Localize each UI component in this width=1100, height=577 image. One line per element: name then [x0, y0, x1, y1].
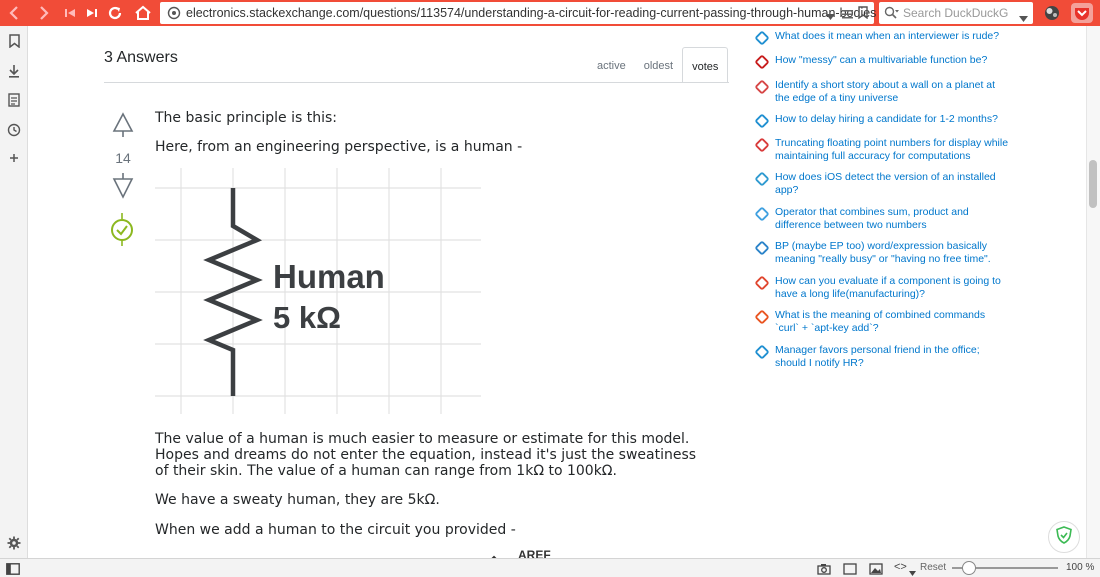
history-panel-icon[interactable] — [7, 123, 21, 137]
zoom-dropdown-icon[interactable] — [909, 564, 916, 577]
browser-toolbar: electronics.stackexchange.com/questions/… — [0, 0, 1100, 26]
upvote-arrow-icon[interactable] — [112, 112, 134, 143]
browser-sidebar — [0, 26, 28, 558]
schematic-label-name: Human — [273, 258, 385, 295]
workplace-icon — [755, 114, 769, 128]
hot-question-link[interactable]: What does it mean when an interviewer is… — [775, 30, 1011, 43]
tab-active[interactable]: active — [588, 47, 635, 83]
apple-icon — [755, 172, 769, 186]
reader-view-icon[interactable] — [842, 7, 853, 25]
address-bar[interactable]: electronics.stackexchange.com/questions/… — [160, 2, 876, 26]
settings-gear-icon[interactable] — [7, 536, 21, 550]
browser-statusbar: <> Reset 100 % — [0, 558, 1100, 577]
tab-oldest[interactable]: oldest — [635, 47, 682, 83]
tab-votes[interactable]: votes — [682, 47, 729, 83]
pocket-icon[interactable] — [1068, 0, 1096, 26]
codereview-icon — [755, 138, 769, 152]
privacy-shield-button[interactable] — [1048, 521, 1080, 553]
camera-icon[interactable] — [817, 562, 831, 577]
tile-icon[interactable] — [843, 562, 857, 577]
page-scrollbar[interactable] — [1086, 26, 1100, 558]
shield-icon — [1056, 525, 1072, 549]
search-dropdown-icon[interactable] — [1019, 10, 1028, 28]
hot-question-link[interactable]: Truncating floating point numbers for di… — [775, 137, 1011, 163]
codegolf-icon — [755, 207, 769, 221]
scifi-icon — [755, 80, 769, 94]
url-dropdown-icon[interactable] — [826, 8, 835, 26]
hot-question-link[interactable]: Manager favors personal friend in the of… — [775, 344, 1011, 370]
answer-sort-tabs: active oldest votes — [588, 47, 729, 83]
hot-question-link[interactable]: Identify a short story about a wall on a… — [775, 79, 1011, 105]
schematic-label-value: 5 kΩ — [273, 300, 341, 335]
hot-question-link[interactable]: How "messy" can a multivariable function… — [775, 54, 1011, 67]
hot-question-link[interactable]: Operator that combines sum, product and … — [775, 206, 1011, 232]
back-icon[interactable] — [4, 0, 24, 26]
add-panel-icon[interactable] — [7, 151, 21, 165]
forward-icon[interactable] — [34, 0, 54, 26]
fast-forward-icon[interactable] — [82, 0, 102, 26]
site-info-icon[interactable] — [167, 6, 181, 25]
math-icon — [755, 55, 769, 69]
bookmark-icon[interactable] — [858, 6, 868, 24]
answer-paragraph: The basic principle is this: — [155, 110, 338, 126]
zoom-reset-label[interactable]: Reset — [920, 562, 946, 573]
rewind-icon[interactable] — [60, 0, 80, 26]
hot-question-link[interactable]: What is the meaning of combined commands… — [775, 309, 1011, 335]
answer-paragraph: The value of a human is much easier to m… — [155, 431, 697, 479]
downvote-arrow-icon[interactable] — [112, 172, 134, 205]
answer-paragraph: We have a sweaty human, they are 5kΩ. — [155, 492, 440, 508]
portuguese-icon — [755, 241, 769, 255]
zoom-slider-handle[interactable] — [962, 561, 976, 575]
zoom-level: 100 % — [1066, 562, 1095, 573]
askubuntu-icon — [755, 310, 769, 324]
hot-question-link[interactable]: How to delay hiring a candidate for 1-2 … — [775, 113, 1011, 126]
answer-score: 14 — [115, 150, 131, 166]
panel-toggle-icon[interactable] — [6, 562, 20, 577]
hot-question-link[interactable]: How can you evaluate if a component is g… — [775, 275, 1011, 301]
reload-icon[interactable] — [104, 0, 126, 26]
search-placeholder[interactable]: Search DuckDuckG — [903, 6, 1015, 20]
search-box[interactable]: Search DuckDuckG — [879, 2, 1033, 24]
hot-question-link[interactable]: BP (maybe EP too) word/expression basica… — [775, 240, 1011, 266]
answer-paragraph: When we add a human to the circuit you p… — [155, 522, 516, 538]
scrollbar-thumb[interactable] — [1089, 160, 1097, 208]
accepted-answer-icon — [110, 213, 134, 252]
workplace-icon — [755, 31, 769, 45]
engineering-icon — [755, 276, 769, 290]
notes-panel-icon[interactable] — [7, 93, 21, 107]
workplace-icon — [755, 345, 769, 359]
answer-paragraph: Here, from an engineering perspective, i… — [155, 139, 523, 155]
hot-question-link[interactable]: How does iOS detect the version of an in… — [775, 171, 1011, 197]
url-text[interactable]: electronics.stackexchange.com/questions/… — [186, 6, 876, 20]
downloads-panel-icon[interactable] — [7, 64, 21, 78]
home-icon[interactable] — [131, 0, 155, 26]
search-icon — [884, 6, 900, 25]
tabs-divider — [104, 82, 729, 83]
page-actions-icon[interactable]: <> — [894, 561, 907, 573]
extension-icon[interactable] — [1040, 0, 1064, 26]
image-toggle-icon[interactable] — [869, 562, 883, 577]
bookmarks-panel-icon[interactable] — [7, 34, 21, 48]
answers-count-heading: 3 Answers — [104, 49, 178, 66]
